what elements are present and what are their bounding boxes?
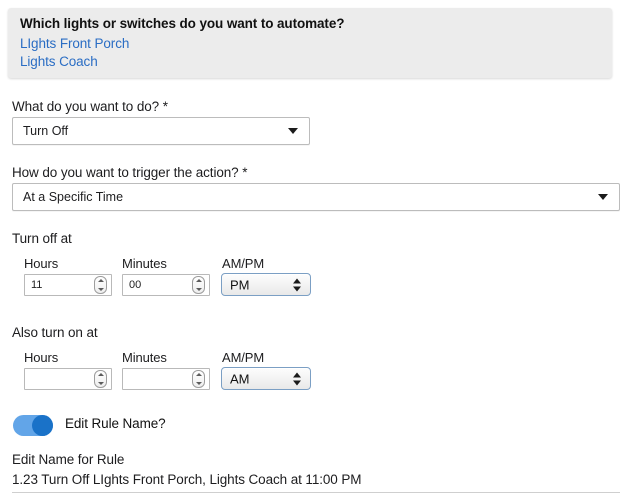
device-link-1[interactable]: Lights Coach [20,54,98,69]
turn-on-ampm-label: AM/PM [222,350,265,365]
toggle-knob [32,415,53,436]
turn-off-minutes-value: 00 [129,279,142,291]
action-select[interactable]: Turn Off [12,117,310,145]
turn-off-ampm-value: PM [230,277,250,292]
turn-on-ampm-value: AM [230,371,250,386]
turn-on-minutes-input[interactable] [122,368,210,390]
turn-on-hours-input[interactable] [24,368,112,390]
turn-off-minutes-label: Minutes [122,256,167,271]
stepper-icon[interactable] [94,370,107,388]
turn-off-hours-input[interactable]: 11 [24,274,112,296]
edit-name-for-rule-label: Edit Name for Rule [12,452,125,467]
action-select-value: Turn Off [23,124,69,138]
turn-off-at-section-label: Turn off at [12,231,72,246]
chevron-down-icon [288,128,298,134]
panel-question: Which lights or switches do you want to … [20,16,345,31]
rule-name-value[interactable]: 1.23 Turn Off LIghts Front Porch, Lights… [12,472,362,487]
action-field-label: What do you want to do? * [12,99,168,114]
footer-divider [12,492,620,493]
trigger-select[interactable]: At a Specific Time [12,183,620,211]
turn-on-minutes-label: Minutes [122,350,167,365]
turn-off-hours-value: 11 [31,279,43,291]
chevron-up-down-icon [293,371,302,386]
chevron-up-down-icon [293,277,302,292]
edit-rule-name-toggle[interactable] [13,415,53,436]
turn-off-minutes-input[interactable]: 00 [122,274,210,296]
turn-on-ampm-select[interactable]: AM [221,367,311,390]
turn-on-at-section-label: Also turn on at [12,325,98,340]
turn-off-ampm-label: AM/PM [222,256,265,271]
stepper-icon[interactable] [192,276,205,294]
stepper-icon[interactable] [94,276,107,294]
trigger-field-label: How do you want to trigger the action? * [12,165,248,180]
stepper-icon[interactable] [192,370,205,388]
device-link-0[interactable]: LIghts Front Porch [20,36,129,51]
device-selection-panel: Which lights or switches do you want to … [8,8,612,78]
edit-rule-name-label: Edit Rule Name? [65,416,166,431]
turn-off-hours-label: Hours [24,256,59,271]
chevron-down-icon [598,194,608,200]
turn-off-ampm-select[interactable]: PM [221,273,311,296]
trigger-select-value: At a Specific Time [23,190,124,204]
turn-on-hours-label: Hours [24,350,59,365]
